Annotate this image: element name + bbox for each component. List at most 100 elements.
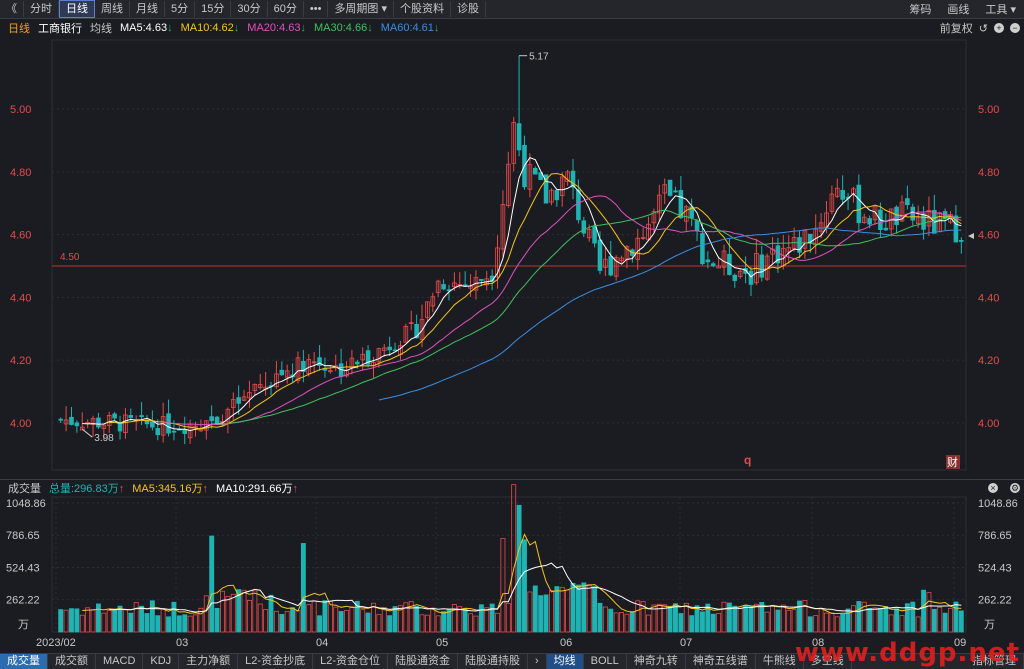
volume-bar bbox=[958, 610, 964, 633]
candle-body bbox=[894, 206, 899, 226]
tab-ma[interactable]: 均线 bbox=[546, 654, 584, 669]
volume-bar bbox=[468, 613, 474, 633]
volume-tick-left: 786.65 bbox=[6, 530, 40, 542]
tab-main-net[interactable]: 主力净额 bbox=[179, 654, 239, 669]
vol-settings-icon[interactable]: ⚙ bbox=[1010, 483, 1020, 493]
watermark: www.ddgp.net bbox=[794, 638, 1020, 668]
volume-bar bbox=[209, 535, 215, 633]
candle-body bbox=[608, 256, 614, 276]
volume-bar bbox=[899, 615, 905, 633]
volume-bar bbox=[122, 609, 128, 633]
vol-close-icon[interactable]: × bbox=[988, 483, 998, 493]
volume-unit-left: 万 bbox=[18, 619, 29, 631]
volume-tick-right: 786.65 bbox=[978, 530, 1012, 542]
volume-bar bbox=[290, 607, 296, 633]
volume-legend-bar: 成交量 总量:296.83万↑ MA5:345.16万↑ MA10:291.66… bbox=[0, 479, 1024, 496]
x-axis-label: 05 bbox=[436, 637, 448, 649]
volume-bar bbox=[538, 595, 544, 633]
candle-body bbox=[710, 263, 716, 267]
volume-bar bbox=[937, 606, 943, 633]
volume-bar bbox=[548, 590, 554, 633]
volume-bar bbox=[840, 613, 846, 633]
tab-l2-bottom[interactable]: L2-资金抄底 bbox=[238, 654, 314, 669]
chevron-right-icon[interactable]: › bbox=[528, 654, 547, 669]
volume-bar bbox=[365, 612, 371, 633]
tab-hk-flow[interactable]: 陆股通资金 bbox=[388, 654, 458, 669]
volume-bar bbox=[602, 606, 608, 633]
candle-body bbox=[581, 220, 587, 234]
candle-body bbox=[576, 189, 581, 221]
volume-bar bbox=[678, 613, 684, 633]
tab-l2-position[interactable]: L2-资金仓位 bbox=[313, 654, 388, 669]
candle-body bbox=[748, 270, 754, 285]
volume-bar bbox=[867, 608, 873, 633]
tab-kdj[interactable]: KDJ bbox=[143, 654, 180, 669]
volume-bar bbox=[532, 585, 538, 633]
tab-five-lines[interactable]: 神奇五线谱 bbox=[686, 654, 756, 669]
volume-bar bbox=[279, 614, 285, 633]
tab-volume[interactable]: 成交量 bbox=[0, 654, 48, 669]
volume-bar bbox=[597, 602, 603, 633]
volume-bar bbox=[635, 600, 641, 633]
volume-bar bbox=[69, 608, 74, 633]
volume-bar bbox=[344, 610, 349, 633]
volume-bar bbox=[883, 606, 889, 633]
candle-body bbox=[921, 213, 926, 230]
volume-bar bbox=[193, 614, 198, 633]
price-tick-left: 5.00 bbox=[10, 104, 31, 116]
volume-bar bbox=[90, 609, 96, 633]
volume-bars bbox=[58, 484, 964, 633]
candle-body bbox=[667, 179, 673, 196]
low-marker-line bbox=[81, 428, 93, 438]
volume-bar bbox=[516, 504, 522, 633]
volume-bar bbox=[942, 612, 948, 633]
volume-bar bbox=[284, 611, 290, 633]
tab-boll[interactable]: BOLL bbox=[584, 654, 627, 669]
volume-bar bbox=[818, 608, 824, 633]
volume-bar bbox=[721, 601, 727, 633]
volume-bar bbox=[748, 605, 754, 633]
volume-bar bbox=[128, 612, 134, 633]
candle-body bbox=[462, 284, 468, 287]
volume-bar bbox=[710, 613, 716, 633]
volume-bar bbox=[166, 616, 172, 633]
tab-hk-hold[interactable]: 陆股通持股 bbox=[458, 654, 528, 669]
volume-bar bbox=[317, 615, 323, 633]
candle-body bbox=[905, 198, 910, 206]
q-marker: q bbox=[744, 453, 751, 467]
volume-bar bbox=[95, 603, 101, 633]
tab-macd[interactable]: MACD bbox=[96, 654, 144, 669]
volume-ma5-line bbox=[82, 533, 962, 615]
volume-bar bbox=[139, 605, 145, 633]
volume-bar bbox=[441, 611, 447, 633]
volume-bar bbox=[457, 606, 463, 633]
volume-bar bbox=[171, 601, 177, 633]
price-tick-left: 4.40 bbox=[10, 292, 31, 304]
volume-bar bbox=[888, 614, 894, 633]
candle-body bbox=[883, 227, 889, 231]
tab-turnover[interactable]: 成交额 bbox=[48, 654, 96, 669]
price-tick-right: 4.60 bbox=[978, 230, 999, 242]
volume-bar bbox=[953, 601, 959, 633]
volume-bar bbox=[63, 609, 69, 633]
price-tick-left: 4.80 bbox=[10, 167, 31, 179]
volume-bar bbox=[225, 596, 231, 633]
volume-bar bbox=[419, 614, 425, 633]
volume-bar bbox=[381, 607, 387, 633]
price-tick-left: 4.20 bbox=[10, 355, 31, 367]
volume-bar bbox=[894, 608, 900, 633]
candle-body bbox=[597, 239, 603, 271]
kline-chart[interactable]: 5.00 5.00 4.80 4.80 4.60 4.60 4.40 4.40 4.20 4.20… bbox=[0, 0, 1024, 668]
candle-body bbox=[279, 369, 285, 376]
tab-nine-turns[interactable]: 神奇九转 bbox=[627, 654, 686, 669]
volume-bar bbox=[203, 595, 209, 633]
volume-bar bbox=[872, 607, 878, 633]
price-tick-left: 4.60 bbox=[10, 230, 31, 242]
volume-bar bbox=[430, 607, 436, 633]
volume-bar bbox=[629, 611, 635, 633]
volume-bar bbox=[559, 586, 565, 633]
price-panel-frame bbox=[51, 39, 967, 471]
volume-bar bbox=[926, 592, 932, 633]
volume-bar bbox=[500, 538, 506, 633]
candle-body bbox=[700, 233, 705, 265]
